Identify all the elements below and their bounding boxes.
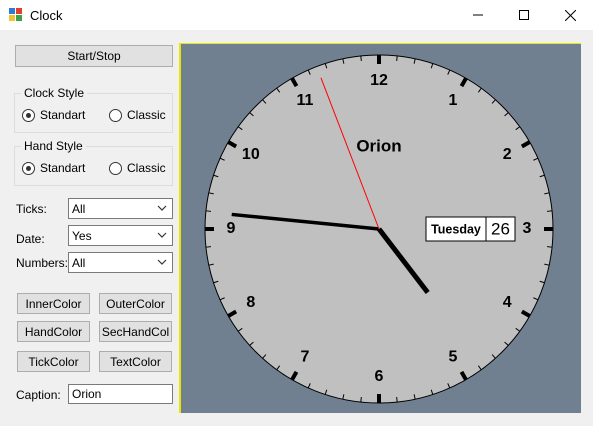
minute-tick [547,210,553,212]
clock-numeral: 6 [375,368,384,385]
hand-style-standart-radio[interactable]: Standart [22,161,85,175]
title-bar: Clock [0,0,593,30]
tick-color-button[interactable]: TickColor [17,351,90,372]
clock-numeral: 4 [503,294,512,311]
clock-numeral: 8 [246,294,255,311]
clock-style-classic-radio[interactable]: Classic [109,108,166,122]
minute-tick [547,246,553,248]
caption-label: Caption: [16,388,61,402]
radio-checked-icon [22,161,35,175]
radio-label: Classic [127,161,166,175]
hand-color-button[interactable]: HandColor [17,321,90,342]
clock-numeral: 3 [523,220,532,237]
caption-input-value: Orion [72,387,102,401]
inner-color-button[interactable]: InnerColor [17,293,90,314]
clock-style-standart-radio[interactable]: Standart [22,108,85,122]
chevron-down-icon [157,232,167,238]
close-icon [564,9,576,21]
radio-unchecked-icon [109,108,122,122]
chevron-down-icon [157,205,167,211]
maximize-icon [519,10,529,20]
clock-numeral: 2 [503,146,512,163]
minute-tick [360,55,362,61]
minute-tick [396,55,398,61]
numbers-value: All [72,255,86,270]
minute-tick [205,210,211,212]
clock-numeral: 11 [297,92,314,109]
clock-numeral: 10 [242,146,260,163]
radio-label: Standart [40,161,86,175]
ticks-label: Ticks: [16,202,47,216]
numbers-label: Numbers: [16,256,69,270]
minimize-icon [473,14,483,16]
minute-tick [396,397,398,403]
caption-input[interactable]: Orion [68,384,173,404]
clock-numeral: 5 [449,348,458,365]
chevron-down-icon [157,259,167,265]
sec-hand-color-button[interactable]: SecHandCol [99,321,172,342]
day-text: Tuesday [431,222,481,236]
ticks-value: All [72,201,86,216]
radio-label: Standart [40,108,86,122]
date-box: Tuesday 26 [425,216,516,242]
clock-caption: Orion [356,136,401,155]
clock-style-legend: Clock Style [21,86,88,100]
minimize-button[interactable] [455,0,501,30]
close-button[interactable] [547,0,593,30]
numbers-select[interactable]: All [68,252,173,273]
minute-tick [205,246,211,248]
date-value: Yes [72,228,92,243]
hand-style-classic-radio[interactable]: Classic [109,161,166,175]
date-text: 26 [491,219,510,238]
ticks-select[interactable]: All [68,198,173,219]
clock-numeral: 1 [449,92,458,109]
maximize-button[interactable] [501,0,547,30]
text-color-button[interactable]: TextColor [99,351,172,372]
outer-color-button[interactable]: OuterColor [99,293,172,314]
hand-style-legend: Hand Style [21,139,86,153]
radio-label: Classic [127,108,166,122]
date-select[interactable]: Yes [68,225,173,246]
clock-face-svg: 121234567891011 Orion Tuesday 26 [204,54,554,404]
clock-app-icon [9,8,22,21]
radio-unchecked-icon [109,161,122,175]
clock-panel: 12 1 2 3 4 5 6 7 8 9 10 11 Orion Tuesday 26 [179,43,581,413]
clock-numeral: 12 [370,72,388,89]
radio-checked-icon [22,108,35,122]
hand-style-group: Hand Style Standart Classic [14,139,173,186]
date-label: Date: [16,232,45,246]
clock-numeral: 9 [227,220,236,237]
minute-tick [360,397,362,403]
window-title: Clock [30,8,63,23]
clock-numeral: 7 [301,348,310,365]
clock-style-group: Clock Style Standart Classic [14,86,173,133]
start-stop-button[interactable]: Start/Stop [15,45,173,67]
